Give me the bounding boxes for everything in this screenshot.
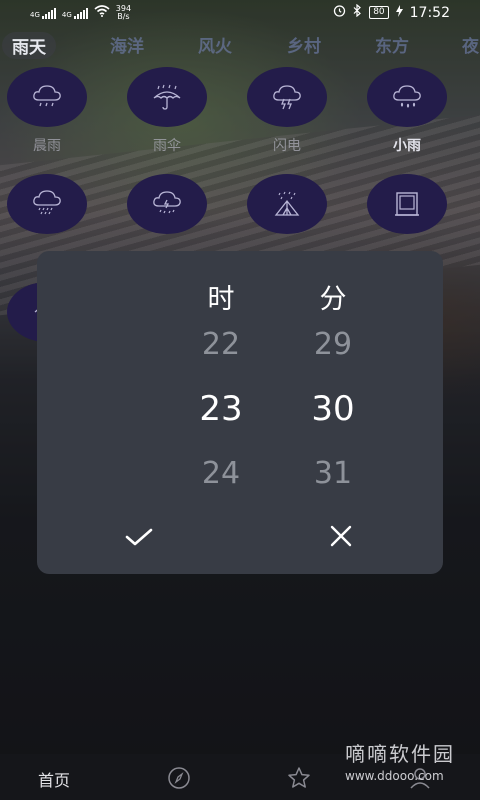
alarm-icon — [333, 4, 346, 21]
network-type-2: 4G — [61, 11, 72, 19]
check-icon — [124, 525, 154, 553]
star-icon[interactable] — [287, 766, 311, 790]
close-icon — [326, 525, 356, 553]
time-picker-dialog: 时 22 23 24 分 29 30 31 — [37, 251, 443, 574]
sound-item-lightning[interactable]: 闪电 — [247, 67, 327, 155]
category-tabs: 雨天 海洋 风火 乡村 东方 夜 — [0, 28, 480, 60]
minute-header: 分 — [319, 284, 347, 315]
signal-bars-icon — [73, 7, 88, 19]
watermark-title: 嘀嘀软件园 — [345, 742, 455, 766]
sound-item-window[interactable] — [367, 174, 447, 242]
signal-bars-icon — [41, 7, 56, 19]
minute-selected-value[interactable]: 30 — [273, 389, 393, 429]
signal-1: 4G — [30, 7, 56, 19]
status-bar: 4G 4G 394 B/s 80 17:52 — [0, 0, 480, 28]
hour-prev-value[interactable]: 22 — [161, 327, 281, 362]
net-speed: 394 B/s — [116, 5, 131, 21]
wifi-icon — [94, 5, 110, 21]
signal-2: 4G — [62, 7, 88, 19]
network-type-1: 4G — [30, 11, 40, 19]
status-left: 4G 4G 394 B/s — [30, 5, 131, 21]
sound-item-umbrella[interactable]: 雨伞 — [127, 67, 207, 155]
sound-label: 雨伞 — [153, 138, 181, 154]
cloud-heavy-rain-icon — [7, 174, 87, 234]
cloud-lightning-icon — [247, 67, 327, 127]
status-right: 80 17:52 — [333, 3, 450, 21]
sound-item-light-rain[interactable]: 小雨 — [367, 67, 447, 155]
sound-item-tent[interactable] — [247, 174, 327, 242]
minute-prev-value[interactable]: 29 — [273, 327, 393, 362]
tab-countryside[interactable]: 乡村 — [287, 32, 321, 57]
cloud-drizzle-icon — [367, 67, 447, 127]
nav-home[interactable]: 首页 — [38, 767, 70, 791]
cancel-button[interactable] — [319, 522, 363, 556]
tab-rainy[interactable]: 雨天 — [2, 32, 56, 59]
umbrella-rain-icon — [127, 67, 207, 127]
tab-wind-fire[interactable]: 风火 — [198, 32, 232, 57]
confirm-button[interactable] — [117, 522, 161, 556]
cloud-rain-icon — [7, 67, 87, 127]
tab-night[interactable]: 夜 — [462, 32, 479, 57]
tent-rain-icon — [247, 174, 327, 234]
sound-label: 闪电 — [273, 138, 301, 154]
minute-next-value[interactable]: 31 — [273, 456, 393, 491]
sound-label: 小雨 — [393, 138, 421, 154]
battery-indicator: 80 — [369, 6, 389, 19]
hour-selected-value[interactable]: 23 — [161, 389, 281, 429]
tab-oriental[interactable]: 东方 — [375, 32, 409, 57]
bluetooth-icon — [353, 3, 362, 21]
hour-header: 时 — [207, 284, 235, 315]
hour-next-value[interactable]: 24 — [161, 456, 281, 491]
sound-label: 晨雨 — [33, 138, 61, 154]
speed-unit: B/s — [117, 12, 130, 21]
sound-item-morning-rain[interactable]: 晨雨 — [7, 67, 87, 155]
window-icon — [367, 174, 447, 234]
compass-icon[interactable] — [167, 766, 191, 790]
tab-ocean[interactable]: 海洋 — [110, 32, 144, 57]
cloud-storm-icon — [127, 174, 207, 234]
watermark: 嘀嘀软件园 www.ddooo.com — [345, 738, 455, 783]
watermark-url: www.ddooo.com — [345, 769, 444, 783]
clock: 17:52 — [409, 4, 450, 21]
charging-icon — [395, 4, 403, 21]
sound-item-heavy-rain[interactable] — [7, 174, 87, 242]
sound-item-storm[interactable] — [127, 174, 207, 242]
